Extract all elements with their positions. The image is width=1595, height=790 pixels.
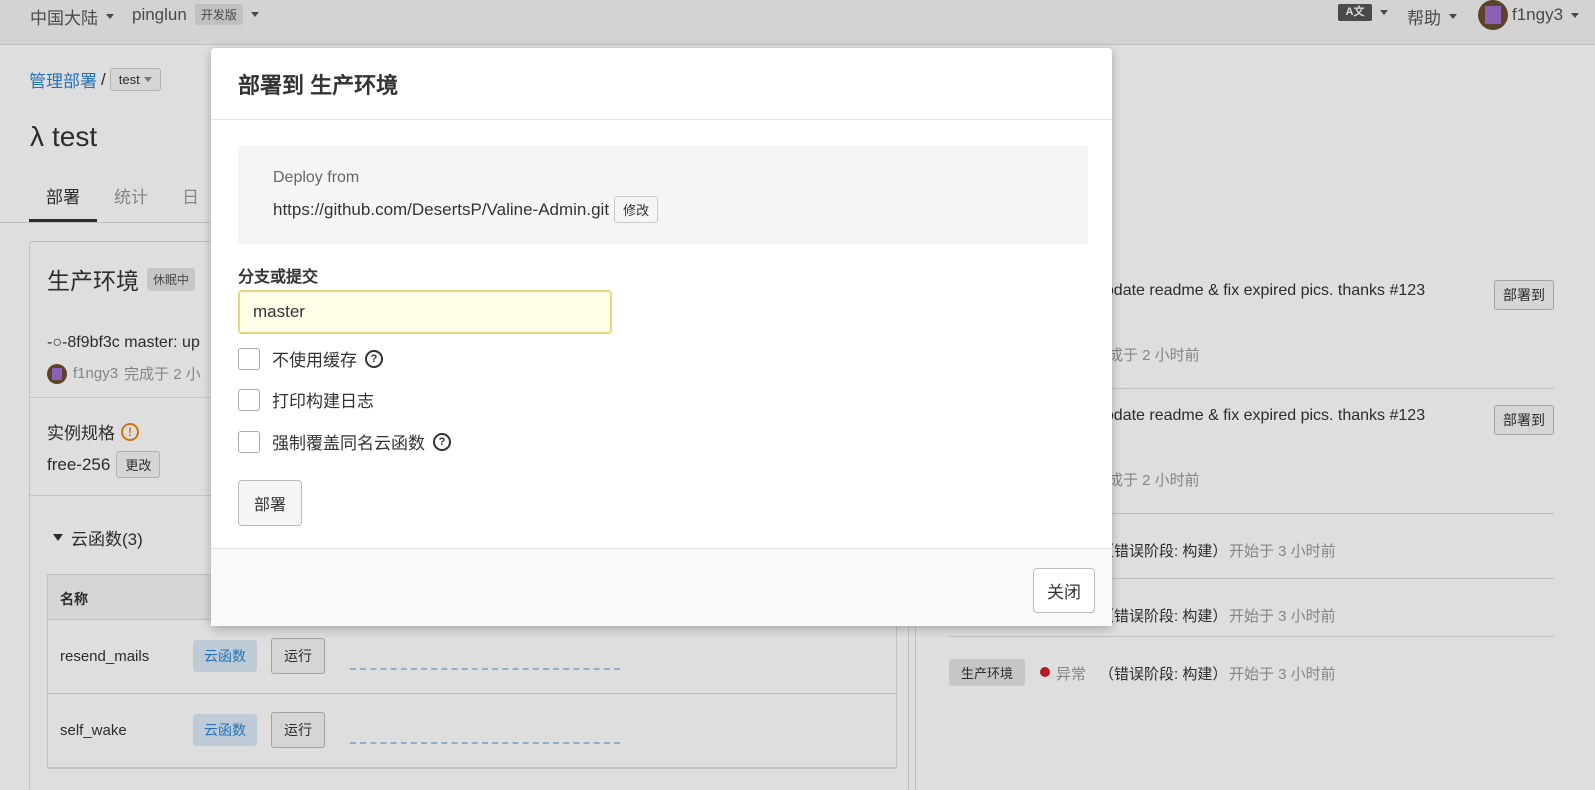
- option-label: 打印构建日志: [272, 392, 374, 411]
- modal-footer: 关闭: [211, 549, 1112, 626]
- option-label: 不使用缓存: [272, 351, 357, 370]
- repo-url: https://github.com/DesertsP/Valine-Admin…: [273, 199, 610, 219]
- deploy-source-box: Deploy from https://github.com/DesertsP/…: [238, 146, 1088, 244]
- help-icon[interactable]: ?: [365, 349, 383, 368]
- branch-label: 分支或提交: [238, 269, 319, 286]
- build-log-checkbox[interactable]: [238, 388, 260, 411]
- branch-input[interactable]: [238, 290, 612, 334]
- deploy-button[interactable]: 部署: [238, 480, 303, 526]
- deploy-from-label: Deploy from: [273, 169, 360, 186]
- close-button[interactable]: 关闭: [1033, 568, 1095, 613]
- deploy-source: https://github.com/DesertsP/Valine-Admin…: [273, 196, 659, 223]
- overwrite-functions-checkbox[interactable]: [238, 430, 260, 453]
- divider: [211, 119, 1112, 120]
- option-no-cache[interactable]: 不使用缓存 ?: [238, 346, 383, 371]
- option-build-log[interactable]: 打印构建日志: [238, 387, 374, 412]
- option-overwrite-functions[interactable]: 强制覆盖同名云函数 ?: [238, 429, 451, 454]
- edit-source-button[interactable]: 修改: [614, 196, 659, 223]
- modal-title: 部署到 生产环境: [238, 73, 399, 98]
- option-label: 强制覆盖同名云函数: [272, 434, 425, 453]
- help-icon[interactable]: ?: [433, 432, 451, 451]
- deploy-modal: 部署到 生产环境 Deploy from https://github.com/…: [211, 48, 1112, 626]
- no-cache-checkbox[interactable]: [238, 347, 260, 370]
